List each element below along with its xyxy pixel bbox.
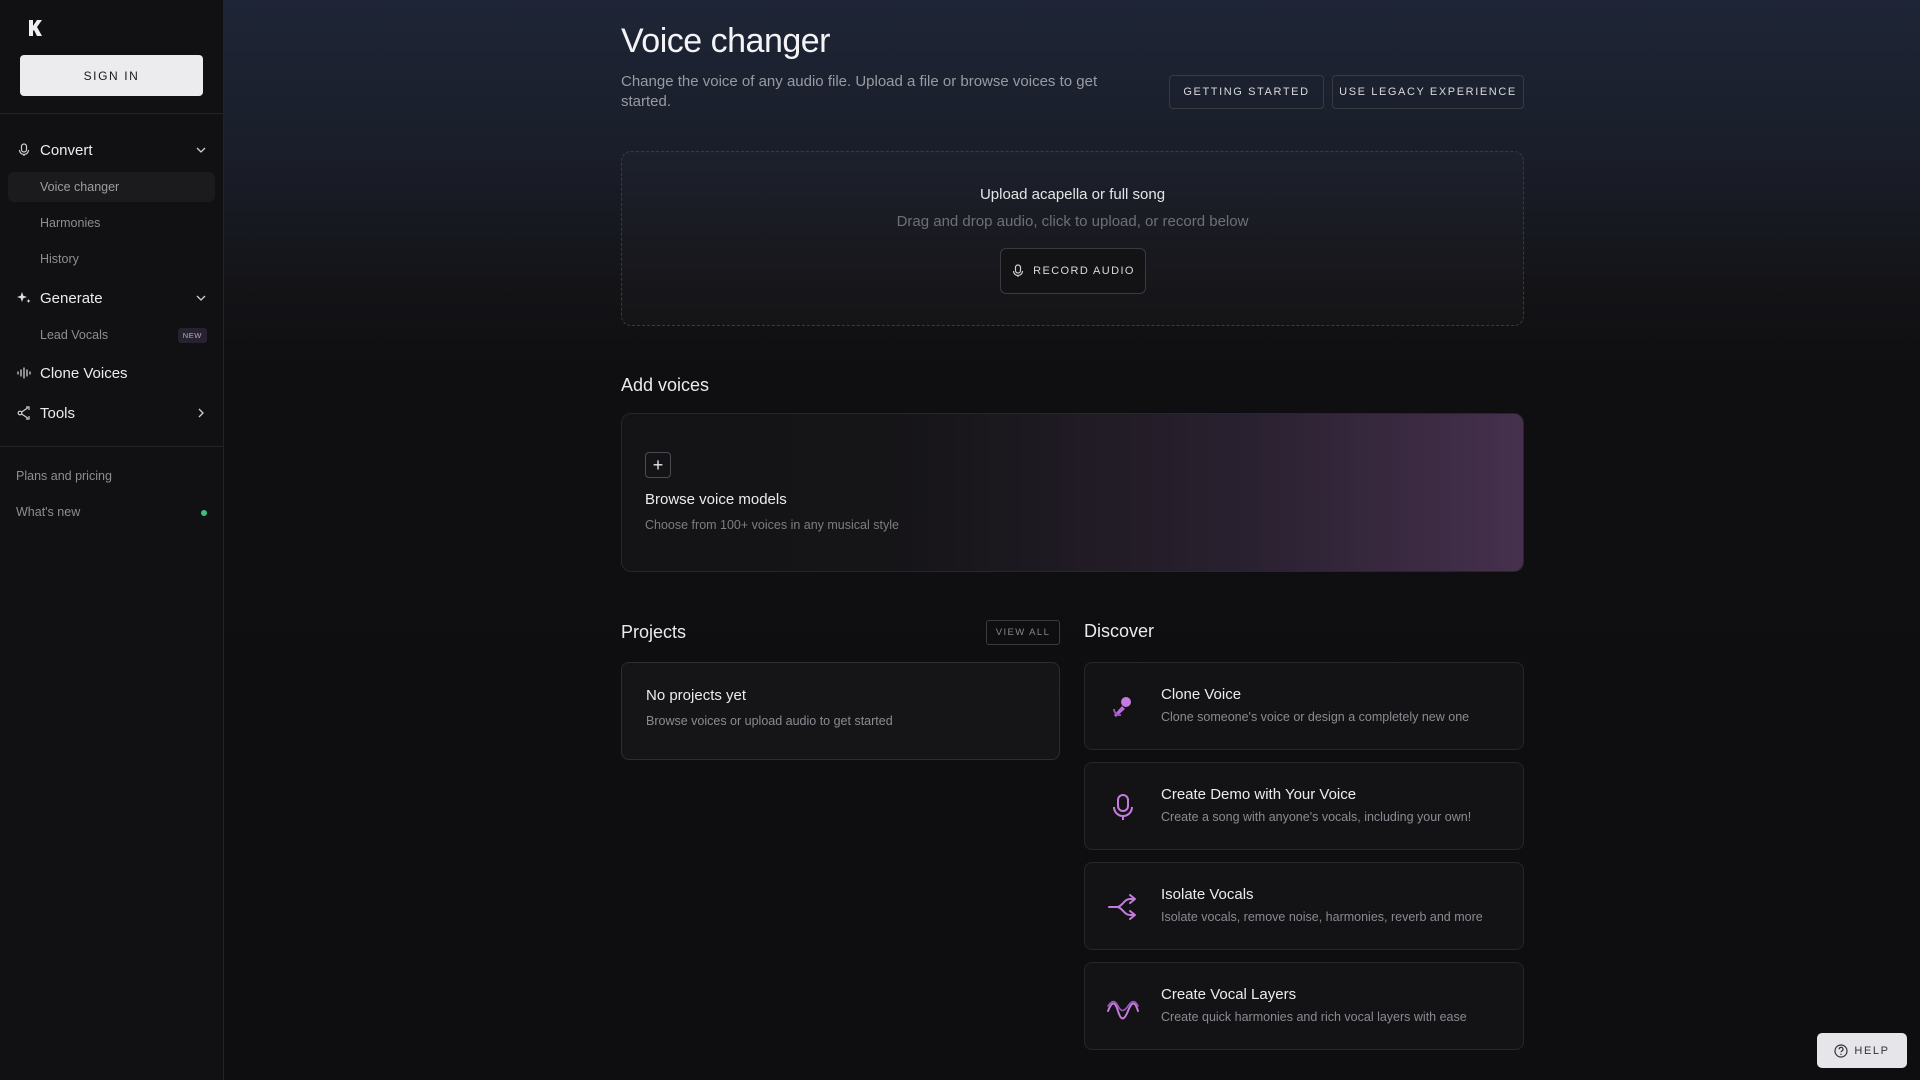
nav-item-label: Lead Vocals [40,328,109,342]
nav-clone-voices-label: Clone Voices [40,364,128,382]
discover-title: Discover [1084,621,1155,641]
nav-item-lead-vocals[interactable]: Lead Vocals NEW [8,320,215,350]
page-subtitle: Change the voice of any audio file. Uplo… [621,73,1098,110]
tools-icon [16,405,32,421]
discover-card-subtitle: Create quick harmonies and rich vocal la… [1161,1010,1467,1024]
sparkle-icon [16,290,32,306]
nav-item-label: History [40,252,79,266]
chevron-right-icon [198,408,204,418]
app: SIGN IN Convert Voice changer Harmonies … [0,0,1920,1080]
nav-item-history[interactable]: History [8,244,215,274]
microphone-icon [1113,794,1133,820]
nav-item-label: Harmonies [40,216,101,230]
record-audio-label: RECORD AUDIO [1033,265,1135,277]
upload-subtitle: Drag and drop audio, click to upload, or… [896,213,1249,230]
nav-convert[interactable]: Convert [16,137,208,163]
microphone-icon [16,142,32,158]
projects-empty-title: No projects yet [646,687,747,704]
nav-item-harmonies[interactable]: Harmonies [8,208,215,238]
nav-tools[interactable]: Tools [16,400,208,426]
upload-title: Upload acapella or full song [979,186,1166,203]
discover-card-vocal-layers[interactable]: Create Vocal Layers Create quick harmoni… [1084,962,1524,1050]
getting-started-button[interactable]: GETTING STARTED [1169,75,1324,109]
nav-generate-label: Generate [40,289,103,307]
discover-card-subtitle: Isolate vocals, remove noise, harmonies,… [1161,910,1483,924]
help-circle-icon [1834,1043,1849,1058]
nav-clone-voices[interactable]: Clone Voices [16,360,208,386]
nav-item-voice-changer[interactable]: Voice changer [8,172,215,202]
legacy-experience-button[interactable]: USE LEGACY EXPERIENCE [1332,75,1524,109]
projects-empty-subtitle: Browse voices or upload audio to get sta… [646,714,893,728]
nav-item-label: Voice changer [40,180,120,194]
waves-icon [1107,1000,1139,1020]
help-button[interactable]: HELP [1817,1033,1907,1068]
chevron-down-icon [196,147,206,153]
divider [0,113,223,114]
view-all-button[interactable]: VIEW ALL [986,620,1060,645]
page-title: Voice changer [621,22,831,60]
browse-card-title: Browse voice models [645,491,787,508]
discover-card-title: Create Vocal Layers [1161,986,1297,1003]
whats-new-indicator [201,510,207,516]
discover-card-create-demo[interactable]: Create Demo with Your Voice Create a son… [1084,762,1524,850]
browse-voice-models-card[interactable]: + Browse voice models Choose from 100+ v… [621,413,1524,572]
logo-icon[interactable] [26,18,46,38]
nav-tools-label: Tools [40,404,76,422]
projects-empty-card: No projects yet Browse voices or upload … [621,662,1060,760]
record-audio-button[interactable]: RECORD AUDIO [1000,248,1146,294]
help-label: HELP [1854,1044,1890,1057]
add-voices-title: Add voices [621,375,710,395]
split-arrows-icon [1108,894,1136,920]
microphone-person-icon [1113,697,1131,717]
main-content: Voice changer Change the voice of any au… [224,0,1920,1080]
discover-card-clone-voice[interactable]: Clone Voice Clone someone's voice or des… [1084,662,1524,750]
projects-title: Projects [621,622,687,642]
microphone-icon [1013,264,1024,277]
plans-pricing-link[interactable]: Plans and pricing [16,469,112,483]
divider [0,446,223,447]
plus-icon: + [645,452,671,478]
discover-card-title: Clone Voice [1161,686,1242,703]
nav-generate[interactable]: Generate [16,285,208,311]
waveform-icon [16,365,32,381]
upload-dropzone[interactable]: Upload acapella or full song Drag and dr… [621,151,1524,326]
browse-card-subtitle: Choose from 100+ voices in any musical s… [645,518,899,532]
discover-card-subtitle: Clone someone's voice or design a comple… [1161,710,1470,724]
sidebar: SIGN IN Convert Voice changer Harmonies … [0,0,224,1080]
new-badge: NEW [177,328,207,343]
discover-card-isolate-vocals[interactable]: Isolate Vocals Isolate vocals, remove no… [1084,862,1524,950]
discover-card-title: Create Demo with Your Voice [1161,786,1357,803]
chevron-down-icon [196,295,206,301]
sign-in-button[interactable]: SIGN IN [20,55,203,96]
nav-convert-label: Convert [40,141,93,159]
whats-new-link[interactable]: What's new [16,505,80,519]
discover-card-title: Isolate Vocals [1161,886,1254,903]
discover-card-subtitle: Create a song with anyone's vocals, incl… [1161,810,1472,824]
